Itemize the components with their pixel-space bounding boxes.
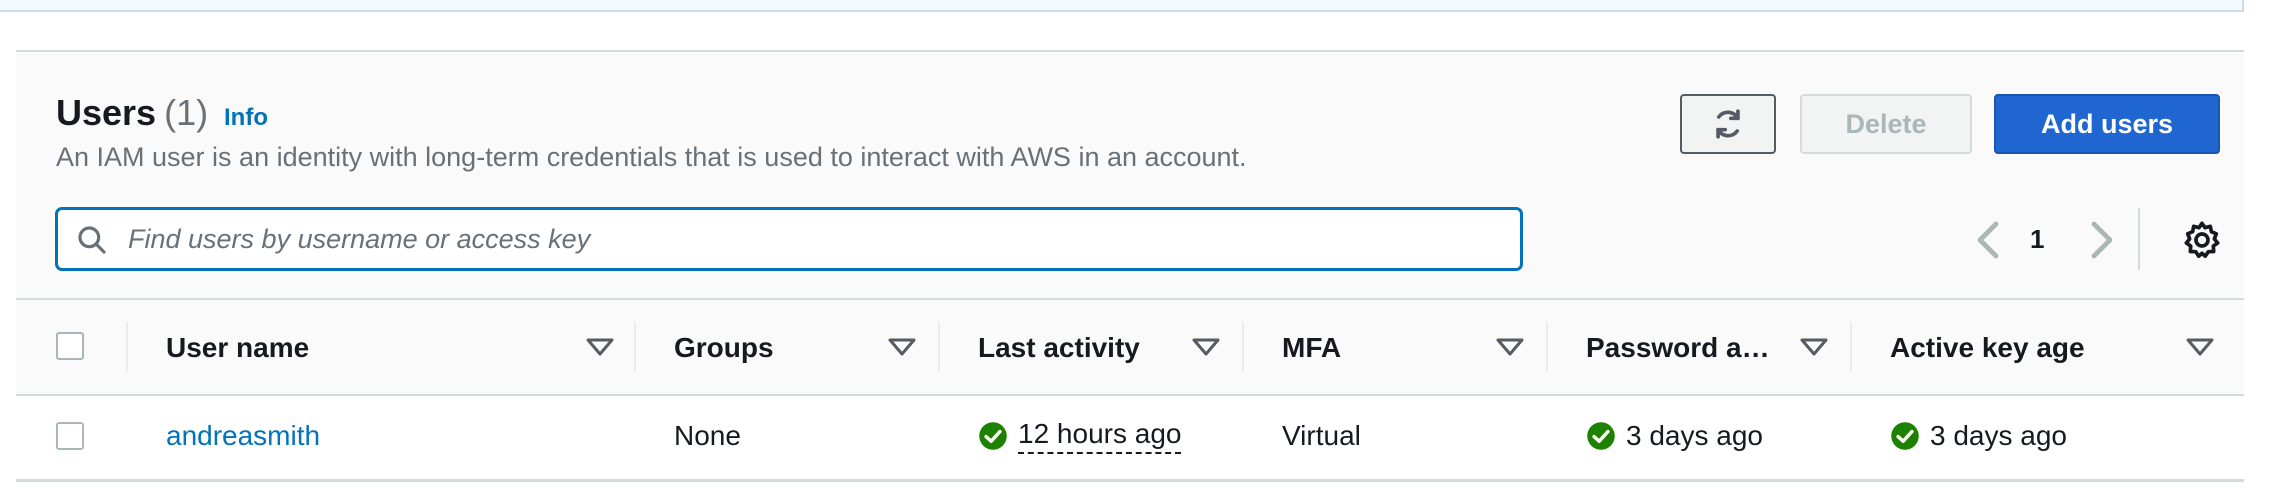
sort-icon[interactable] — [1190, 336, 1222, 358]
check-circle-icon — [1587, 422, 1615, 450]
column-label: Last activity — [978, 332, 1140, 363]
search-icon — [78, 226, 106, 254]
sort-icon[interactable] — [886, 336, 918, 358]
chevron-right-icon[interactable] — [2088, 220, 2116, 260]
sort-icon[interactable] — [1494, 336, 1526, 358]
sort-icon[interactable] — [584, 336, 616, 358]
cell-password-age: 3 days ago — [1586, 396, 1763, 476]
cell-user-name: andreasmith — [166, 396, 320, 476]
user-count: (1) — [164, 92, 209, 133]
cell-active-key-age: 3 days ago — [1890, 396, 2067, 476]
check-circle-icon — [979, 422, 1007, 450]
password-age-value: 3 days ago — [1626, 420, 1763, 451]
column-label: Groups — [674, 332, 774, 363]
user-name-link[interactable]: andreasmith — [166, 420, 320, 452]
check-circle-icon — [1891, 422, 1919, 450]
column-separator — [1546, 322, 1548, 372]
page-title: Users (1) — [56, 92, 208, 134]
chevron-left-icon[interactable] — [1974, 220, 2002, 260]
column-separator — [1242, 322, 1244, 372]
sort-icon[interactable] — [2184, 336, 2216, 358]
cell-mfa: Virtual — [1282, 420, 1361, 451]
sort-icon[interactable] — [1798, 336, 1830, 358]
add-users-button[interactable]: Add users — [1994, 94, 2220, 154]
panel-header: Users (1) Info An IAM user is an identity… — [16, 54, 2244, 298]
column-separator — [126, 322, 128, 372]
column-header-groups[interactable]: Groups — [674, 300, 924, 396]
users-panel: Users (1) Info An IAM user is an identity… — [16, 50, 2244, 482]
info-link[interactable]: Info — [224, 104, 268, 132]
active-key-age-value: 3 days ago — [1930, 420, 2067, 451]
info-banner — [0, 0, 2244, 12]
cell-last-activity: 12 hours ago — [978, 396, 1182, 476]
title-text: Users — [56, 92, 157, 133]
column-separator — [634, 322, 636, 372]
table-header: User name Groups Last activity MFA Passw… — [16, 298, 2244, 396]
column-header-active-key-age[interactable]: Active key age — [1890, 300, 2220, 396]
pager-divider — [2138, 208, 2140, 270]
gear-icon[interactable] — [2182, 220, 2222, 260]
column-label: Password a… — [1586, 332, 1770, 363]
last-activity-value[interactable]: 12 hours ago — [1018, 418, 1182, 454]
cell-groups: None — [674, 420, 741, 451]
column-header-mfa[interactable]: MFA — [1282, 300, 1532, 396]
delete-button[interactable]: Delete — [1800, 94, 1972, 154]
column-label: Active key age — [1890, 332, 2085, 363]
column-label: User name — [166, 332, 310, 363]
search-input[interactable] — [128, 218, 1508, 260]
refresh-icon — [1716, 109, 1740, 139]
column-header-last-activity[interactable]: Last activity — [978, 300, 1228, 396]
page-description: An IAM user is an identity with long-ter… — [56, 142, 1247, 172]
column-separator — [1850, 322, 1852, 372]
refresh-button[interactable] — [1680, 94, 1776, 154]
column-label: MFA — [1282, 332, 1342, 363]
column-header-password-age[interactable]: Password a… — [1586, 300, 1836, 396]
table-row: andreasmith None 12 hours ago Virtual 3 … — [16, 396, 2244, 482]
search-field[interactable] — [56, 208, 1522, 270]
current-page[interactable]: 1 — [2030, 224, 2044, 255]
column-separator — [938, 322, 940, 372]
select-all-checkbox[interactable] — [56, 332, 84, 360]
column-header-user-name[interactable]: User name — [166, 300, 622, 396]
row-checkbox[interactable] — [56, 422, 84, 450]
